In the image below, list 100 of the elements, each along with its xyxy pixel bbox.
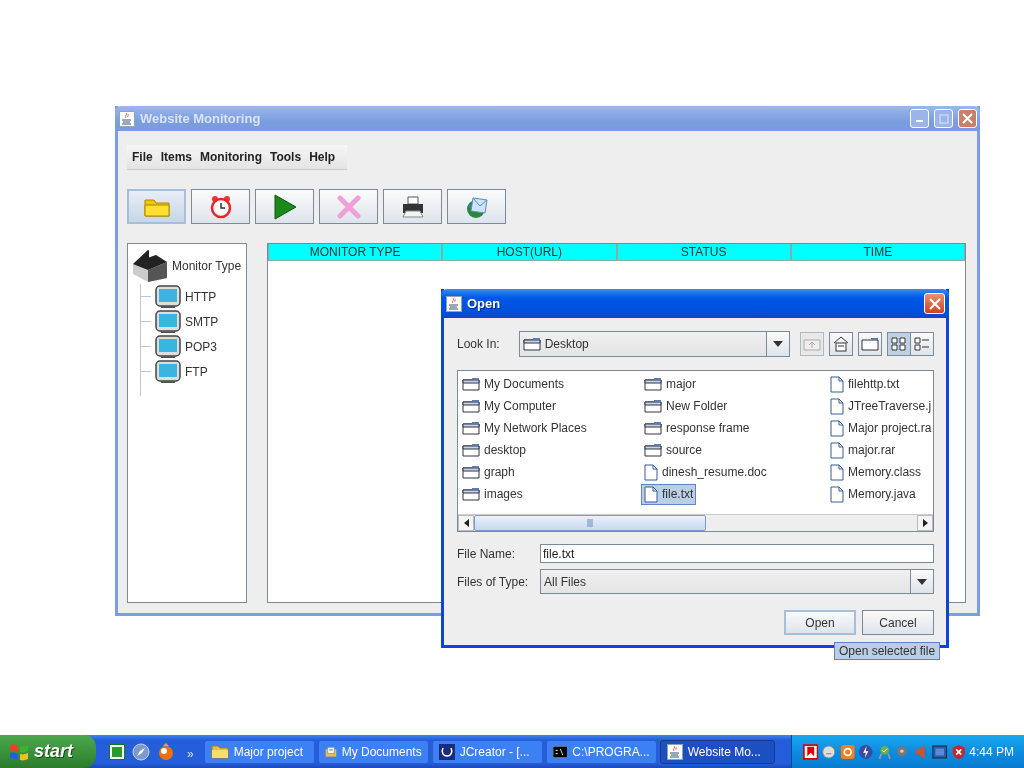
- folder-icon: [462, 465, 480, 479]
- cancel-button[interactable]: Cancel: [862, 610, 934, 635]
- more-button[interactable]: »: [187, 746, 194, 761]
- new-folder-icon: [861, 337, 879, 351]
- taskbar-button[interactable]: My Documents: [317, 739, 429, 764]
- shield-icon[interactable]: [950, 742, 967, 761]
- list-entry[interactable]: images: [459, 485, 526, 503]
- window-title: Website Monitoring: [140, 111, 262, 126]
- column-header[interactable]: STATUS: [616, 244, 791, 261]
- file-name-label: File Name:: [457, 546, 516, 561]
- taskbar-button[interactable]: C:\PROGRA...: [545, 739, 657, 764]
- list-entry[interactable]: source: [641, 441, 706, 459]
- tree-item[interactable]: Monitor Type: [172, 259, 242, 273]
- file-icon: [830, 463, 844, 481]
- list-entry[interactable]: Memory.java: [827, 483, 919, 505]
- folder-icon: [462, 421, 480, 435]
- tree-item[interactable]: FTP: [185, 364, 208, 379]
- column-header[interactable]: HOST(URL): [442, 244, 617, 261]
- taskbar-button[interactable]: JCreator - [...: [431, 739, 543, 764]
- folder-icon: [462, 399, 480, 413]
- compass-icon[interactable]: [132, 742, 150, 761]
- home-button[interactable]: [829, 332, 853, 356]
- home-icon: [833, 336, 849, 352]
- tree-item[interactable]: HTTP: [185, 289, 217, 304]
- new-folder-button[interactable]: [858, 332, 882, 356]
- look-in-dropdown[interactable]: Desktop: [518, 331, 790, 357]
- open-button[interactable]: Open: [784, 610, 856, 635]
- list-entry[interactable]: Major project.ra: [827, 417, 933, 439]
- list-entry[interactable]: My Network Places: [459, 419, 590, 437]
- file-icon: [830, 375, 844, 393]
- list-entry[interactable]: filehttp.txt: [827, 373, 903, 395]
- menu-item[interactable]: Items: [160, 150, 198, 164]
- menu-item[interactable]: Help: [309, 150, 341, 164]
- close-button[interactable]: [958, 109, 977, 128]
- torrent-icon[interactable]: [109, 743, 125, 760]
- list-entry[interactable]: major.rar: [827, 439, 899, 461]
- java-cup-icon: [119, 110, 135, 127]
- caret-icon: [773, 341, 783, 347]
- file-icon: [830, 485, 844, 503]
- folder-icon: [462, 487, 480, 501]
- list-entry[interactable]: My Documents: [459, 375, 568, 393]
- play-icon: [272, 193, 297, 220]
- file-icon: [644, 463, 658, 481]
- details-view-button[interactable]: [910, 332, 934, 356]
- list-entry[interactable]: JTreeTraverse.j: [827, 395, 933, 417]
- grid-icon: [891, 337, 907, 351]
- menu-item[interactable]: Tools: [270, 150, 307, 164]
- grip-icon: [587, 519, 593, 527]
- folder-icon: [143, 196, 170, 217]
- close-icon: [962, 113, 973, 124]
- folder-icon: [644, 443, 662, 457]
- printer-icon: [399, 195, 426, 218]
- close-button[interactable]: [924, 293, 945, 314]
- network-icon[interactable]: [932, 742, 948, 761]
- list-entry[interactable]: New Folder: [641, 397, 731, 415]
- list-entry[interactable]: Memory.class: [827, 461, 925, 483]
- list-entry[interactable]: desktop: [459, 441, 530, 459]
- list-entry[interactable]: major: [641, 375, 699, 393]
- column-header[interactable]: MONITOR TYPE: [268, 244, 443, 261]
- folder-icon: [644, 399, 662, 413]
- lightning-icon[interactable]: [858, 742, 874, 761]
- taskbar-button[interactable]: Major project: [203, 739, 315, 764]
- ring-icon[interactable]: [839, 742, 856, 761]
- jcreator-icon: [438, 743, 455, 760]
- horizontal-scrollbar[interactable]: [458, 514, 933, 531]
- list-entry[interactable]: response frame: [641, 419, 753, 437]
- tree-item[interactable]: POP3: [185, 339, 217, 354]
- clock: 4:44 PM: [969, 744, 1015, 759]
- taskbar-button[interactable]: Website Mo...: [659, 739, 775, 764]
- folder-icon: [644, 377, 662, 391]
- delete-icon: [336, 194, 361, 219]
- folder-icon: [210, 744, 229, 759]
- file-name-field[interactable]: file.txt: [540, 544, 934, 563]
- tree-item[interactable]: SMTP: [185, 314, 219, 329]
- toolbar-button[interactable]: [383, 189, 442, 224]
- toolbar-button[interactable]: [255, 189, 314, 224]
- list-entry[interactable]: file.txt: [641, 483, 697, 505]
- menu-item[interactable]: Monitoring: [200, 150, 267, 164]
- list-entry[interactable]: dinesh_resume.doc: [641, 461, 770, 483]
- monitor-icon: [155, 359, 181, 384]
- menu-item[interactable]: File: [132, 150, 158, 164]
- start-button[interactable]: start: [0, 735, 96, 768]
- monitor-icon: [155, 334, 181, 359]
- left-arrow-icon: [463, 519, 469, 527]
- list-entry[interactable]: My Computer: [459, 397, 560, 415]
- right-arrow-icon: [922, 519, 928, 527]
- file-type-dropdown[interactable]: All Files: [540, 569, 934, 594]
- file-icon: [644, 485, 658, 503]
- bookmark-icon[interactable]: [803, 742, 819, 761]
- tooltip: Open selected file: [834, 642, 941, 660]
- fire-ball-icon[interactable]: [157, 742, 175, 761]
- list-view-button[interactable]: [887, 332, 911, 356]
- folder-icon: [462, 377, 480, 391]
- up-folder-icon: [803, 337, 821, 351]
- list-entry[interactable]: graph: [459, 463, 518, 481]
- java-cup-icon: [666, 743, 683, 760]
- file-icon: [830, 441, 844, 459]
- alarm-clock-icon: [209, 194, 232, 219]
- column-header[interactable]: TIME: [790, 244, 965, 261]
- java-cup-icon: [446, 295, 462, 312]
